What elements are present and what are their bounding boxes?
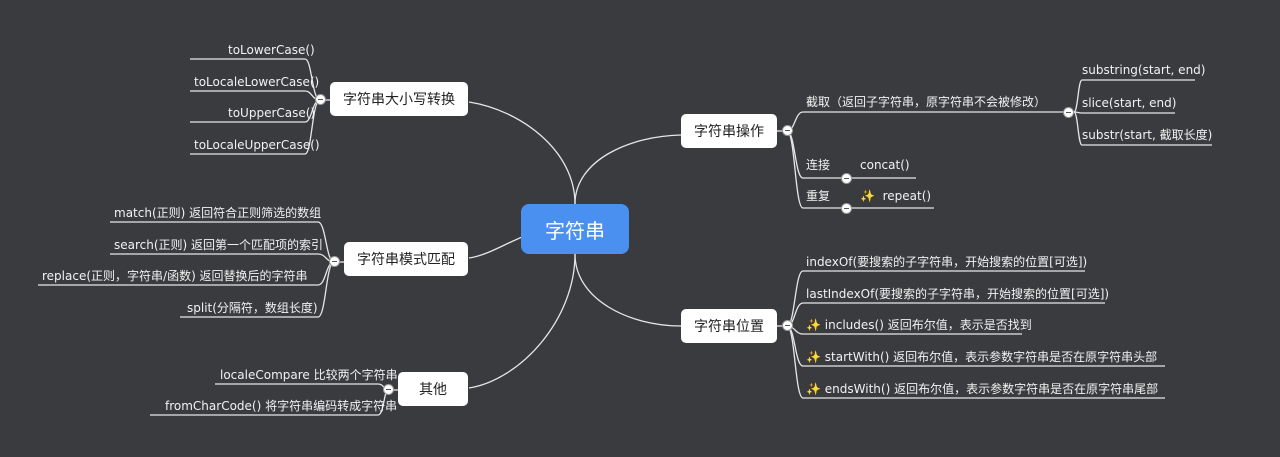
leaf-to-locale-upper-case[interactable]: toLocaleUpperCase() — [194, 137, 320, 153]
leaf-index-of[interactable]: indexOf(要搜索的子字符串，开始搜索的位置[可选]) — [806, 254, 1087, 270]
leaf-search[interactable]: search(正则) 返回第一个匹配项的索引 — [114, 237, 323, 253]
leaf-start-with-label: startWith() 返回布尔值，表示参数字符串是否在原字符串头部 — [824, 350, 1158, 364]
leaf-repeat[interactable]: ✨ repeat() — [860, 188, 931, 204]
leaf-replace[interactable]: replace(正则，字符串/函数) 返回替换后的字符串 — [42, 268, 308, 284]
collapse-toggle-icon[interactable] — [315, 94, 326, 105]
collapse-toggle-icon[interactable] — [329, 256, 340, 267]
leaf-includes[interactable]: ✨ includes() 返回布尔值，表示是否找到 — [806, 317, 1032, 333]
connector-position — [574, 253, 682, 327]
sparkle-icon: ✨ — [806, 382, 821, 396]
leaf-includes-label: includes() 返回布尔值，表示是否找到 — [824, 318, 1032, 332]
node-substring-cut[interactable]: 截取（返回子字符串，原字符串不会被修改） — [806, 94, 1046, 110]
leaf-slice[interactable]: slice(start, end) — [1082, 95, 1176, 111]
node-other[interactable]: 其他 — [398, 372, 468, 406]
node-string-operations[interactable]: 字符串操作 — [681, 114, 777, 148]
leaf-locale-compare[interactable]: localeCompare 比较两个字符串 — [220, 367, 398, 383]
leaf-match[interactable]: match(正则) 返回符合正则筛选的数组 — [114, 205, 321, 221]
leaf-substr[interactable]: substr(start, 截取长度) — [1082, 127, 1212, 143]
leaf-to-upper-case[interactable]: toUpperCase() — [228, 105, 315, 121]
collapse-toggle-icon[interactable] — [782, 125, 793, 136]
leaf-substring[interactable]: substring(start, end) — [1082, 62, 1205, 78]
connector-other — [468, 253, 576, 389]
collapse-toggle-icon[interactable] — [841, 173, 852, 184]
node-repeat[interactable]: 重复 — [806, 188, 830, 204]
node-string-position[interactable]: 字符串位置 — [681, 309, 777, 343]
leaf-concat[interactable]: concat() — [860, 157, 910, 173]
leaf-from-char-code[interactable]: fromCharCode() 将字符串编码转成字符串 — [165, 398, 397, 414]
leaf-last-index-of[interactable]: lastIndexOf(要搜索的子字符串，开始搜索的位置[可选]) — [806, 286, 1109, 302]
leaf-start-with[interactable]: ✨ startWith() 返回布尔值，表示参数字符串是否在原字符串头部 — [806, 349, 1157, 365]
sparkle-icon: ✨ — [860, 189, 875, 203]
node-pattern-matching[interactable]: 字符串模式匹配 — [344, 242, 468, 276]
collapse-toggle-icon[interactable] — [383, 384, 394, 395]
leaf-repeat-label: repeat() — [882, 189, 932, 203]
leaf-ends-with-label: endsWith() 返回布尔值，表示参数字符串是否在原字符串尾部 — [824, 382, 1159, 396]
connector-ops — [574, 134, 682, 205]
sparkle-icon: ✨ — [806, 350, 821, 364]
sparkle-icon: ✨ — [806, 318, 821, 332]
leaf-to-locale-lower-case[interactable]: toLocaleLowerCase() — [194, 74, 319, 90]
leaf-to-lower-case[interactable]: toLowerCase() — [228, 42, 315, 58]
leaf-split[interactable]: split(分隔符，数组长度) — [187, 300, 318, 316]
root-node[interactable]: 字符串 — [521, 204, 629, 254]
collapse-toggle-icon[interactable] — [782, 320, 793, 331]
collapse-toggle-icon[interactable] — [1063, 107, 1074, 118]
leaf-ends-with[interactable]: ✨ endsWith() 返回布尔值，表示参数字符串是否在原字符串尾部 — [806, 381, 1158, 397]
collapse-toggle-icon[interactable] — [841, 203, 852, 214]
node-concat[interactable]: 连接 — [806, 157, 830, 173]
connector-case — [468, 101, 576, 205]
node-case-conversion[interactable]: 字符串大小写转换 — [330, 82, 468, 116]
